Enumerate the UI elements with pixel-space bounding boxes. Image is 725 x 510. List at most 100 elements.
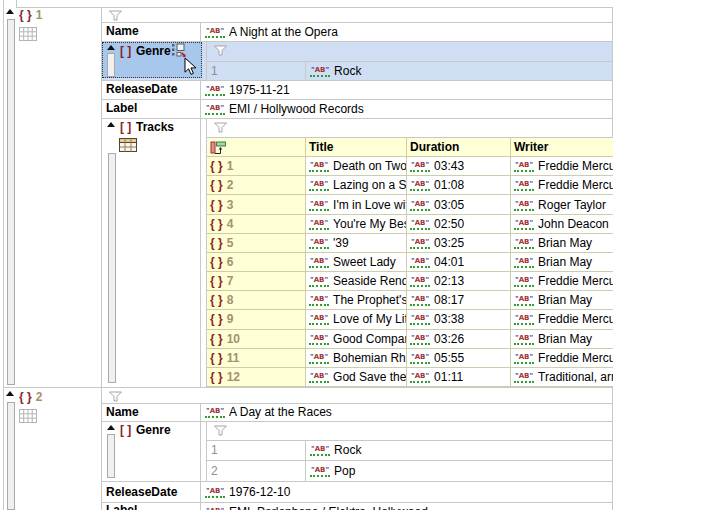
property-label-releasedate[interactable]: ReleaseDate (106, 486, 177, 499)
column-header-writer[interactable]: Writer (511, 138, 613, 157)
track-title-cell[interactable]: God Save the Queen (306, 368, 407, 387)
filter-icon[interactable] (108, 391, 123, 402)
name-value[interactable]: A Night at the Opera (205, 22, 610, 41)
record-2-header[interactable]: { } 2 (19, 389, 89, 404)
track-title-cell[interactable]: The Prophet's Song (306, 291, 407, 310)
property-label-name[interactable]: Name (106, 25, 139, 38)
name-value[interactable]: A Day at the Races (205, 403, 610, 421)
track-duration-cell[interactable]: 03:05 (407, 195, 511, 214)
genre-item-value[interactable]: Rock (310, 440, 610, 460)
track-index-cell[interactable]: { }6 (207, 253, 306, 272)
track-duration-cell[interactable]: 01:08 (407, 176, 511, 195)
track-title-cell[interactable]: '39 (306, 234, 407, 253)
collapse-triangle[interactable] (6, 9, 14, 14)
grid-line (101, 41, 612, 42)
collapse-triangle[interactable] (107, 425, 115, 430)
property-label-tracks[interactable]: Tracks (136, 121, 174, 134)
property-label-releasedate[interactable]: ReleaseDate (106, 83, 177, 96)
tracks-corner-cell[interactable] (207, 138, 306, 157)
filter-icon[interactable] (108, 10, 123, 21)
collapse-bar[interactable] (107, 434, 115, 478)
object-icon: { } (210, 312, 223, 326)
track-duration-cell[interactable]: 03:25 (407, 234, 511, 253)
track-title-cell[interactable]: Bohemian Rhapsody (306, 349, 407, 368)
column-header-title[interactable]: Title (306, 138, 407, 157)
table-view-icon[interactable] (19, 409, 37, 423)
track-writer-cell[interactable]: Brian May (511, 253, 613, 272)
track-writer-cell[interactable]: Freddie Mercury (511, 310, 613, 329)
track-writer-cell[interactable]: Freddie Mercury (511, 157, 613, 176)
filter-icon[interactable] (213, 425, 228, 436)
grid-line (200, 481, 201, 502)
track-title-cell[interactable]: Love of My Life (306, 310, 407, 329)
track-writer-cell[interactable]: John Deacon (511, 215, 613, 234)
label-value[interactable]: EMI, Parlophone / Elektra, Hollywood (205, 502, 610, 510)
track-title-cell[interactable]: Sweet Lady (306, 253, 407, 272)
track-writer-cell[interactable]: Roger Taylor (511, 195, 613, 214)
genre-item-index[interactable]: 1 (206, 440, 310, 460)
collapse-triangle[interactable] (107, 45, 115, 50)
genre-item-index[interactable]: 1 (206, 61, 310, 80)
display-options-icon[interactable] (171, 43, 186, 58)
transpose-icon[interactable] (210, 140, 227, 155)
track-writer-cell[interactable]: Freddie Mercury (511, 272, 613, 291)
property-label-genre[interactable]: Genre (136, 424, 171, 437)
track-duration-cell[interactable]: 05:55 (407, 349, 511, 368)
genre-item-index[interactable]: 2 (206, 460, 310, 481)
track-index-cell[interactable]: { }8 (207, 291, 306, 310)
track-index-cell[interactable]: { }1 (207, 157, 306, 176)
track-writer-cell[interactable]: Freddie Mercury (511, 176, 613, 195)
collapse-bar[interactable] (7, 402, 15, 510)
property-label-label[interactable]: Label (106, 504, 137, 510)
track-duration-cell[interactable]: 03:26 (407, 330, 511, 349)
object-icon: { } (19, 390, 32, 404)
track-duration-cell[interactable]: 04:01 (407, 253, 511, 272)
track-title-cell[interactable]: You're My Best Friend (306, 215, 407, 234)
property-label-label[interactable]: Label (106, 102, 137, 115)
track-index-cell[interactable]: { }3 (207, 195, 306, 214)
property-label-name[interactable]: Name (106, 406, 139, 419)
track-writer-cell[interactable]: Freddie Mercury (511, 349, 613, 368)
track-duration-cell[interactable]: 08:17 (407, 291, 511, 310)
track-title-cell[interactable]: Lazing on a Sunday Afternoon (306, 176, 407, 195)
track-index-cell[interactable]: { }2 (207, 176, 306, 195)
genre-item-value[interactable]: Rock (310, 61, 610, 80)
track-index-cell[interactable]: { }12 (207, 368, 306, 387)
track-index-cell[interactable]: { }7 (207, 272, 306, 291)
collapse-triangle[interactable] (6, 391, 14, 396)
track-duration-cell[interactable]: 02:50 (407, 215, 511, 234)
collapse-triangle[interactable] (107, 122, 115, 127)
track-writer-cell[interactable]: Brian May (511, 234, 613, 253)
filter-icon[interactable] (213, 122, 228, 133)
track-duration-cell[interactable]: 03:38 (407, 310, 511, 329)
record-1-header[interactable]: { } 1 (19, 7, 89, 22)
releasedate-value[interactable]: 1975-11-21 (205, 80, 610, 99)
track-index-cell[interactable]: { }9 (207, 310, 306, 329)
track-index-cell[interactable]: { }11 (207, 349, 306, 368)
track-title-cell[interactable]: Death on Two Legs (Dedicated to...) (306, 157, 407, 176)
track-writer-cell[interactable]: Brian May (511, 330, 613, 349)
track-title-cell[interactable]: I'm in Love with My Car (306, 195, 407, 214)
track-title-cell[interactable]: Good Company (306, 330, 407, 349)
track-writer-cell[interactable]: Brian May (511, 291, 613, 310)
track-title-cell[interactable]: Seaside Rendezvous (306, 272, 407, 291)
releasedate-value[interactable]: 1976-12-10 (205, 481, 610, 502)
collapse-bar[interactable] (7, 19, 15, 385)
collapse-bar[interactable] (108, 153, 116, 383)
track-index-cell[interactable]: { }5 (207, 234, 306, 253)
table-view-icon[interactable] (19, 27, 37, 41)
label-value[interactable]: EMI / Hollywood Records (205, 99, 610, 118)
track-writer-cell[interactable]: Traditional, arr. Brian May (511, 368, 613, 387)
track-index-cell[interactable]: { }4 (207, 215, 306, 234)
track-duration-cell[interactable]: 02:13 (407, 272, 511, 291)
track-duration-cell[interactable]: 01:11 (407, 368, 511, 387)
track-index-cell[interactable]: { }10 (207, 330, 306, 349)
property-label-genre[interactable]: Genre (136, 45, 171, 58)
string-type-icon (410, 295, 430, 306)
filter-icon[interactable] (213, 45, 228, 56)
table-display-icon[interactable] (119, 138, 137, 152)
track-duration-cell[interactable]: 03:43 (407, 157, 511, 176)
genre-item-value[interactable]: Pop (310, 460, 610, 481)
column-header-duration[interactable]: Duration (407, 138, 511, 157)
collapse-bar[interactable] (107, 53, 115, 77)
